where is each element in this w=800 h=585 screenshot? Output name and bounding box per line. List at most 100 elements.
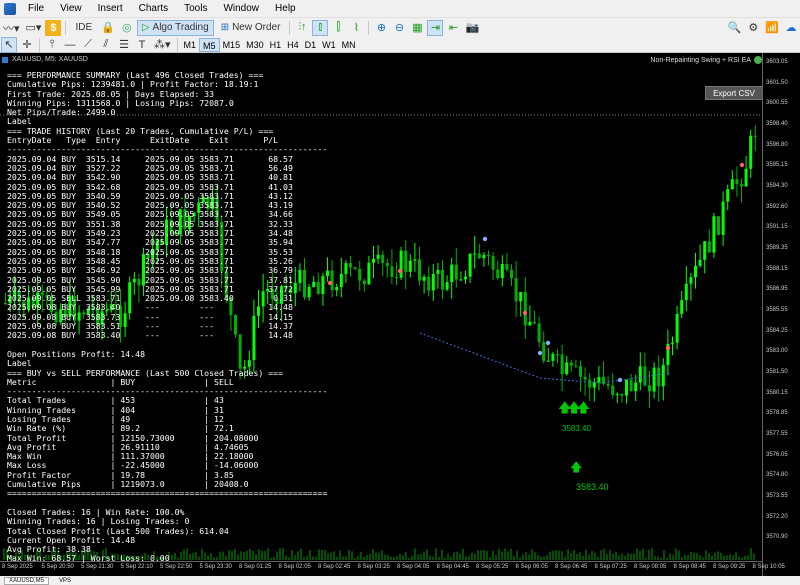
candle (482, 252, 486, 267)
menu-charts[interactable]: Charts (131, 0, 176, 17)
price-tick-label: 3570.90 (766, 534, 788, 541)
candle (431, 263, 435, 301)
new-order-button[interactable]: ⊞ New Order (216, 20, 286, 36)
metaquotes-icon[interactable]: ◎ (119, 20, 135, 36)
search-icon[interactable]: 🔍 (726, 20, 744, 36)
app-logo-icon (4, 2, 16, 15)
menu-view[interactable]: View (52, 0, 90, 17)
tf-m5[interactable]: M5 (199, 37, 220, 52)
candle (661, 358, 665, 401)
candle (744, 156, 748, 187)
signal-icon[interactable]: 📶 (763, 20, 781, 36)
crosshair-icon[interactable]: ✛ (19, 37, 35, 53)
terminal-window: File View Insert Charts Tools Window Hel… (0, 0, 800, 585)
candle (625, 379, 628, 404)
tile-icon[interactable]: ▦ (409, 20, 425, 36)
vps-icon[interactable]: ☁ (783, 20, 799, 36)
candle (500, 255, 504, 287)
trade-marker (665, 345, 671, 351)
trade-annotation-tp: 3583.40 (576, 482, 609, 492)
gear-icon[interactable]: ⚙ (745, 20, 761, 36)
tf-h4[interactable]: H4 (284, 38, 302, 52)
shapes-icon[interactable]: ⁂▾ (152, 37, 173, 53)
candle (721, 191, 725, 246)
candle (657, 355, 661, 402)
price-axis[interactable]: 3603.05 3601.50 3600.55 3598.40 3596.80 3595.… (762, 53, 800, 576)
candle (592, 377, 596, 402)
text-icon[interactable]: T (134, 37, 150, 53)
candle (579, 360, 582, 392)
price-tick-label: 3598.40 (766, 121, 788, 127)
expert-advisor-label[interactable]: Non-Repainting Swing + RSI EA (650, 56, 762, 64)
menu-file[interactable]: File (20, 0, 52, 17)
tf-d1[interactable]: D1 (302, 38, 320, 52)
price-tick-label: 3576.05 (766, 451, 788, 458)
cursor-icon[interactable]: ↖ (1, 36, 17, 53)
candle (349, 255, 352, 277)
tf-mn[interactable]: MN (339, 38, 359, 52)
zoom-in-icon[interactable]: ⊕ (373, 20, 389, 36)
time-tick-label: 8 Sep 03:25 (357, 564, 390, 570)
summary-line: Max Win: 68.57 | Worst Loss: 0.00 (7, 553, 170, 564)
candle (362, 278, 366, 292)
channel-icon[interactable]: ⫽ (98, 37, 114, 53)
lock-icon[interactable]: 🔒 (99, 20, 117, 36)
chart-shift-icon[interactable]: ⇤ (445, 20, 461, 36)
candle (436, 262, 440, 289)
candle (418, 246, 421, 286)
candle (615, 392, 619, 404)
candle (381, 250, 385, 277)
screenshot-icon[interactable]: 📷 (463, 20, 481, 36)
fibonacci-icon[interactable]: ☰ (116, 37, 132, 53)
candle (652, 362, 656, 399)
price-tick-label: 3595.15 (766, 162, 788, 169)
horizontal-line-icon[interactable]: — (62, 37, 78, 53)
price-tick-label: 3577.55 (766, 431, 788, 437)
time-tick-label: 5 Sep 20:50 (41, 564, 74, 570)
ea-name-text: Non-Repainting Swing + RSI EA (650, 56, 751, 64)
trade-marker (545, 340, 551, 346)
depth-icon[interactable]: ⫶↑ (294, 20, 310, 36)
zoom-out-icon[interactable]: ⊖ (391, 20, 407, 36)
menu-window[interactable]: Window (215, 0, 267, 17)
candle (643, 352, 647, 387)
price-tick-label: 3594.30 (766, 183, 788, 189)
performance-summary-panel: === PERFORMANCE SUMMARY (Last 496 Closed… (7, 70, 327, 564)
export-csv-button[interactable]: Export CSV (705, 86, 763, 100)
time-tick-label: 8 Sep 08:05 (634, 564, 667, 570)
autoscroll-icon[interactable]: ⇥ (427, 19, 444, 36)
candle (339, 257, 343, 298)
ide-button[interactable]: IDE (70, 20, 97, 36)
candle (574, 359, 578, 369)
tf-m15[interactable]: M15 (220, 38, 244, 52)
candle (730, 170, 734, 190)
price-chart[interactable]: XAUUSD, M5: XAUUSD Non-Repainting Swing … (0, 53, 800, 576)
bar-chart-icon[interactable]: ⫾ (312, 19, 329, 36)
candle (707, 229, 711, 253)
dollar-icon[interactable]: $ (45, 19, 62, 36)
tf-w1[interactable]: W1 (319, 38, 339, 52)
vps-tab[interactable]: VPS (59, 578, 71, 584)
price-tick-label: 3573.55 (766, 493, 788, 499)
menu-help[interactable]: Help (267, 0, 304, 17)
chart-tab-xauusd[interactable]: XAUUSD,M5 (4, 576, 50, 585)
candle (620, 392, 624, 403)
price-tick-label: 3596.80 (766, 141, 788, 148)
menu-tools[interactable]: Tools (176, 0, 215, 17)
algo-trading-button[interactable]: ▷ Algo Trading (136, 19, 214, 36)
line-chart-icon[interactable]: ⌇ (348, 20, 364, 36)
tf-m30[interactable]: M30 (243, 38, 267, 52)
tf-h1[interactable]: H1 (267, 38, 285, 52)
candle (671, 336, 674, 356)
chart-type-icon[interactable]: 〰▾ (1, 20, 22, 36)
trend-line-icon[interactable]: ⟋ (80, 37, 96, 53)
chart-window-icon[interactable]: ▭▾ (24, 20, 44, 36)
time-tick-label: 8 Sep 01:25 (239, 564, 272, 570)
time-tick-label: 8 Sep 09:25 (713, 564, 746, 570)
vertical-line-icon[interactable]: ⫯ (44, 37, 60, 53)
candle-chart-icon[interactable]: ⫿ (330, 20, 346, 36)
menu-insert[interactable]: Insert (90, 0, 131, 17)
candle (491, 252, 495, 281)
tf-m1[interactable]: M1 (181, 38, 200, 52)
summary-line: Open Positions Profit: 14.48 (7, 348, 146, 359)
